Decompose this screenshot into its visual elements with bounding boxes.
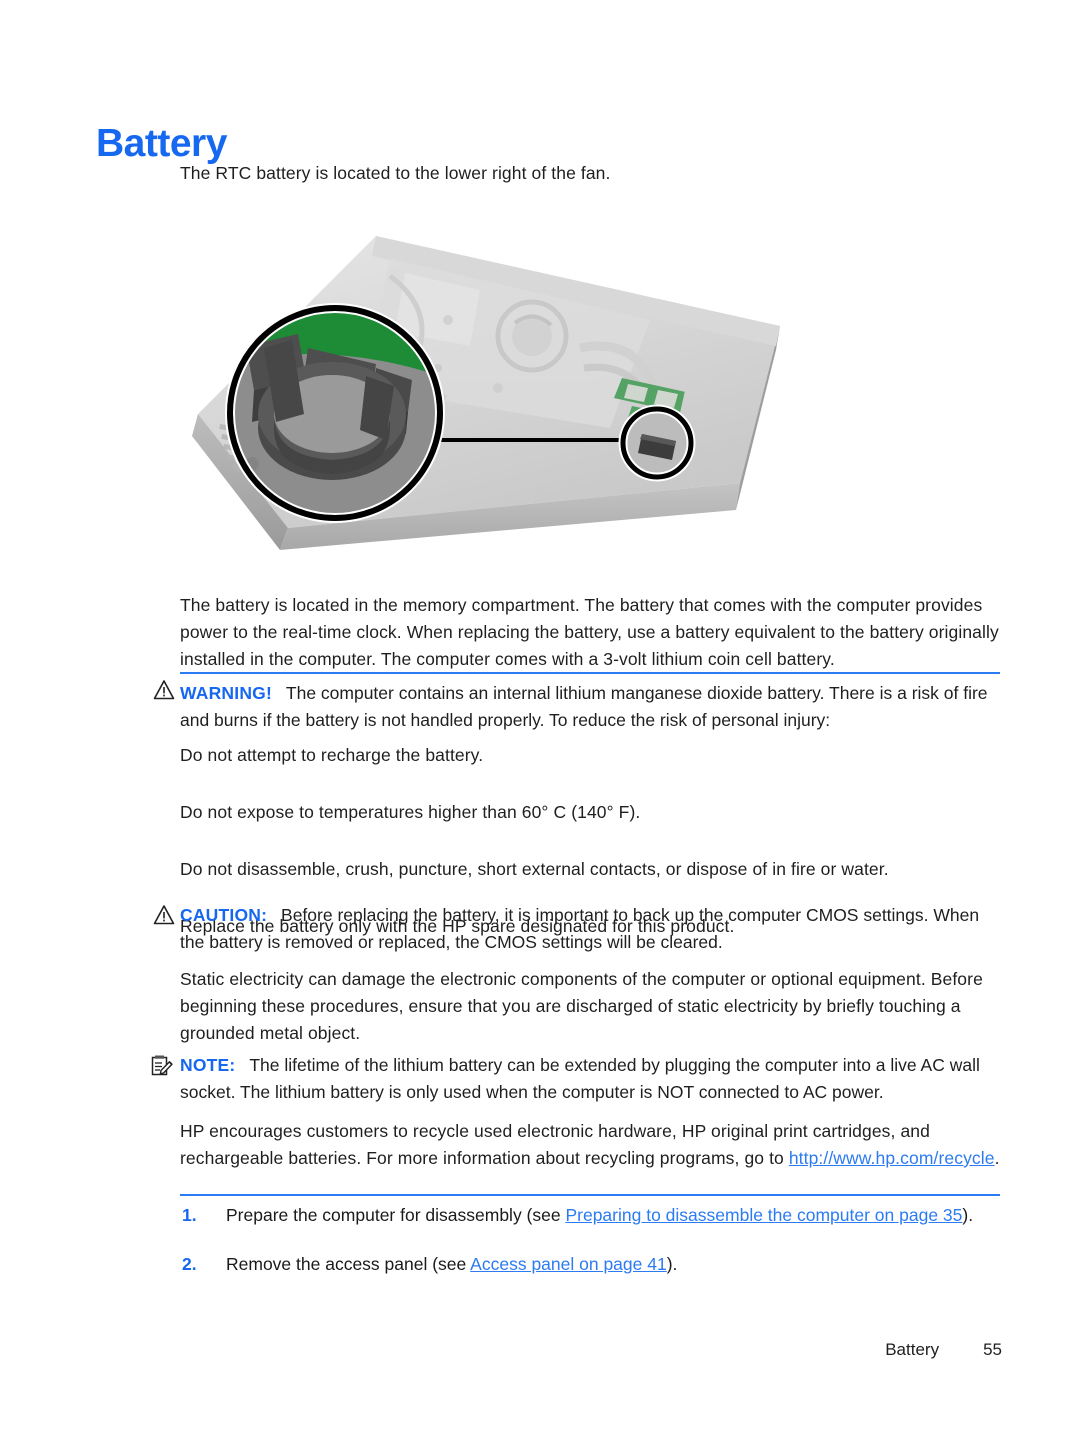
static-electricity-paragraph: Static electricity can damage the electr… bbox=[180, 969, 983, 1043]
warning-triangle-icon bbox=[153, 679, 175, 701]
step-prefix-text: Prepare the computer for disassembly (se… bbox=[226, 1205, 566, 1225]
warning-item: Do not attempt to recharge the battery. bbox=[180, 745, 484, 765]
step-suffix-text: ). bbox=[666, 1254, 678, 1274]
step-crossref-link[interactable]: Access panel on page 41 bbox=[470, 1254, 667, 1274]
caution-label: CAUTION: bbox=[180, 905, 268, 925]
recycle-section: HP encourages customers to recycle used … bbox=[180, 1118, 1000, 1196]
warning-label: WARNING! bbox=[180, 683, 273, 703]
steps-section: 1. Prepare the computer for disassembly (… bbox=[180, 1202, 1000, 1300]
warning-item: Do not disassemble, crush, puncture, sho… bbox=[180, 859, 889, 879]
warning-body: WARNING! The computer contains an intern… bbox=[180, 680, 1000, 734]
step-item: 2. Remove the access panel (see Access pa… bbox=[180, 1251, 1000, 1278]
caution-text: Before replacing the battery, it is impo… bbox=[180, 905, 980, 952]
recycle-rule bbox=[180, 1194, 1000, 1196]
note-admonition: NOTE: The lifetime of the lithium batter… bbox=[151, 1052, 1000, 1106]
warning-text: The computer contains an internal lithiu… bbox=[180, 683, 988, 730]
static-electricity-section: Static electricity can damage the electr… bbox=[180, 966, 1000, 1047]
note-clipboard-icon bbox=[150, 1054, 173, 1076]
recycle-period: . bbox=[994, 1148, 1000, 1168]
note-body: NOTE: The lifetime of the lithium batter… bbox=[180, 1052, 1000, 1106]
procedure-steps: 1. Prepare the computer for disassembly (… bbox=[180, 1202, 1000, 1278]
intro-section: The RTC battery is located to the lower … bbox=[180, 160, 1000, 187]
warning-item: Do not expose to temperatures higher tha… bbox=[180, 802, 641, 822]
step-crossref-link[interactable]: Preparing to disassemble the computer on… bbox=[565, 1205, 962, 1225]
footer-page-number: 55 bbox=[983, 1340, 1002, 1359]
page-footer: Battery 55 bbox=[0, 1340, 1080, 1360]
location-section: The battery is located in the memory com… bbox=[180, 592, 1000, 673]
caution-body: CAUTION: Before replacing the battery, i… bbox=[180, 902, 1000, 956]
step-prefix-text: Remove the access panel (see bbox=[226, 1254, 471, 1274]
warning-admonition: WARNING! The computer contains an intern… bbox=[153, 672, 1000, 734]
footer-chapter-name: Battery bbox=[885, 1340, 940, 1359]
laptop-bottom-illustration bbox=[192, 236, 780, 550]
callout-detail-circle bbox=[225, 303, 445, 523]
step-item: 1. Prepare the computer for disassembly (… bbox=[180, 1202, 1000, 1229]
document-page: Battery The RTC battery is located to th… bbox=[0, 0, 1080, 1437]
note-text: The lifetime of the lithium battery can … bbox=[180, 1055, 980, 1102]
step-suffix-text: ). bbox=[962, 1205, 974, 1225]
page-title: Battery bbox=[96, 122, 227, 166]
rtc-battery-figure bbox=[180, 228, 800, 580]
caution-triangle-icon bbox=[153, 904, 175, 926]
note-label: NOTE: bbox=[180, 1055, 236, 1075]
warning-rule bbox=[180, 672, 1000, 674]
caution-admonition: CAUTION: Before replacing the battery, i… bbox=[153, 902, 1000, 956]
step-number: 2. bbox=[182, 1254, 197, 1274]
step-number: 1. bbox=[182, 1205, 197, 1225]
recycle-paragraph: HP encourages customers to recycle used … bbox=[180, 1118, 1000, 1172]
intro-paragraph: The RTC battery is located to the lower … bbox=[180, 163, 611, 183]
hp-recycle-link[interactable]: http://www.hp.com/recycle bbox=[789, 1148, 995, 1168]
location-paragraph: The battery is located in the memory com… bbox=[180, 595, 999, 669]
